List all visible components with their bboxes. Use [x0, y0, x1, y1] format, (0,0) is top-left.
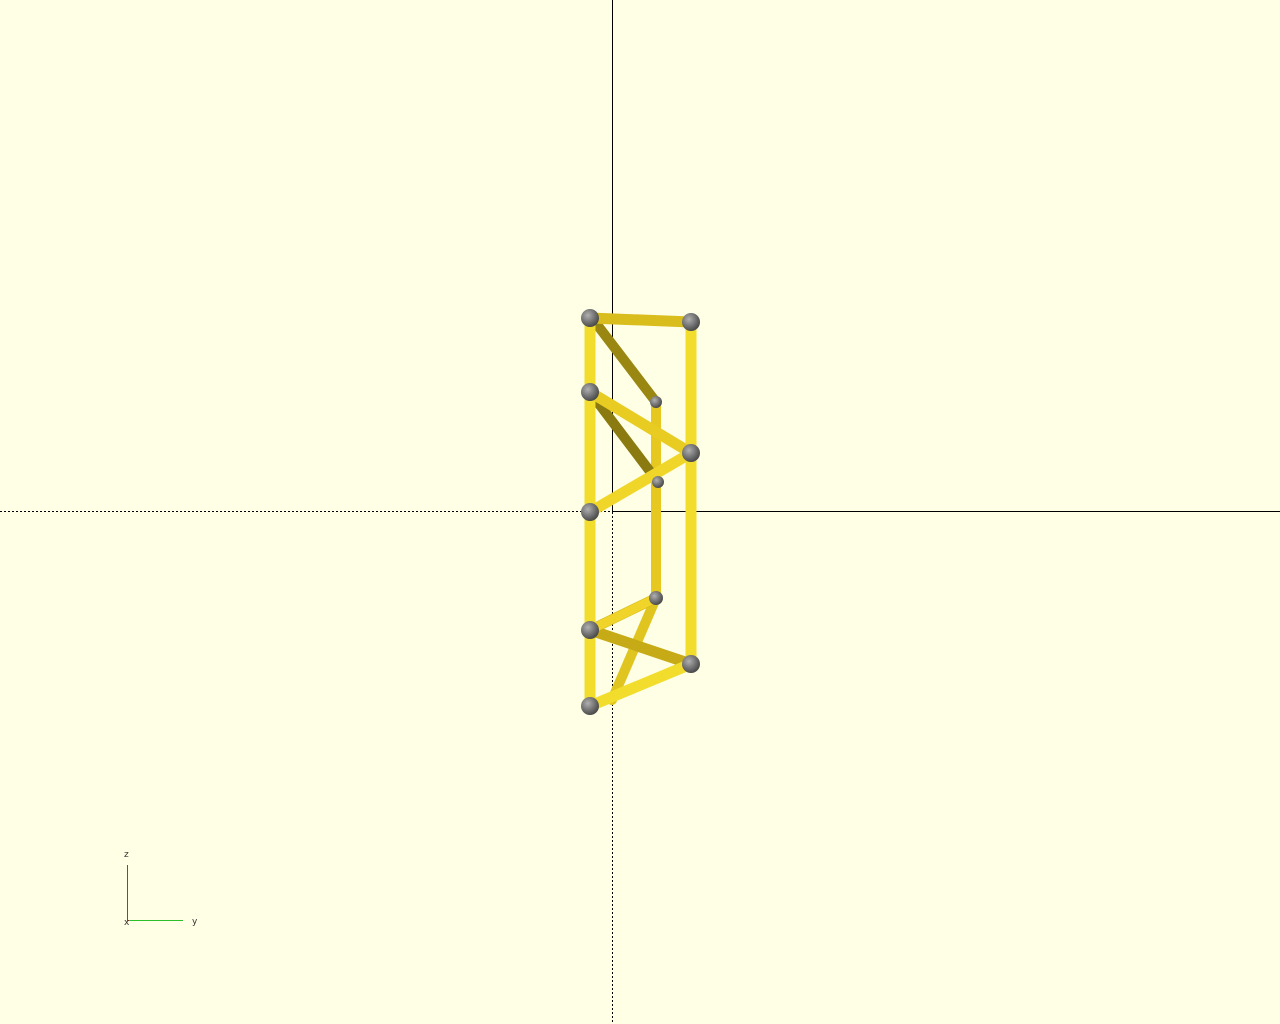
node: [581, 621, 599, 639]
node: [649, 591, 663, 605]
gizmo-x-label: x: [124, 918, 130, 928]
node: [682, 655, 700, 673]
node: [581, 697, 599, 715]
node: [682, 444, 700, 462]
strut: [587, 313, 661, 407]
strut: [585, 387, 663, 487]
gizmo-y-label: y: [192, 917, 198, 927]
3d-viewport[interactable]: z x y: [0, 0, 1280, 1024]
node: [682, 313, 700, 331]
strut: [584, 386, 697, 459]
node: [581, 309, 599, 327]
node: [652, 476, 664, 488]
gizmo-z-label: z: [124, 850, 129, 860]
axes-gizmo: z x y: [124, 850, 198, 928]
node: [581, 503, 599, 521]
node: [581, 383, 599, 401]
scene-axes: [0, 0, 1280, 1024]
strut: [584, 312, 697, 328]
node: [650, 396, 662, 408]
strut: [584, 658, 697, 712]
